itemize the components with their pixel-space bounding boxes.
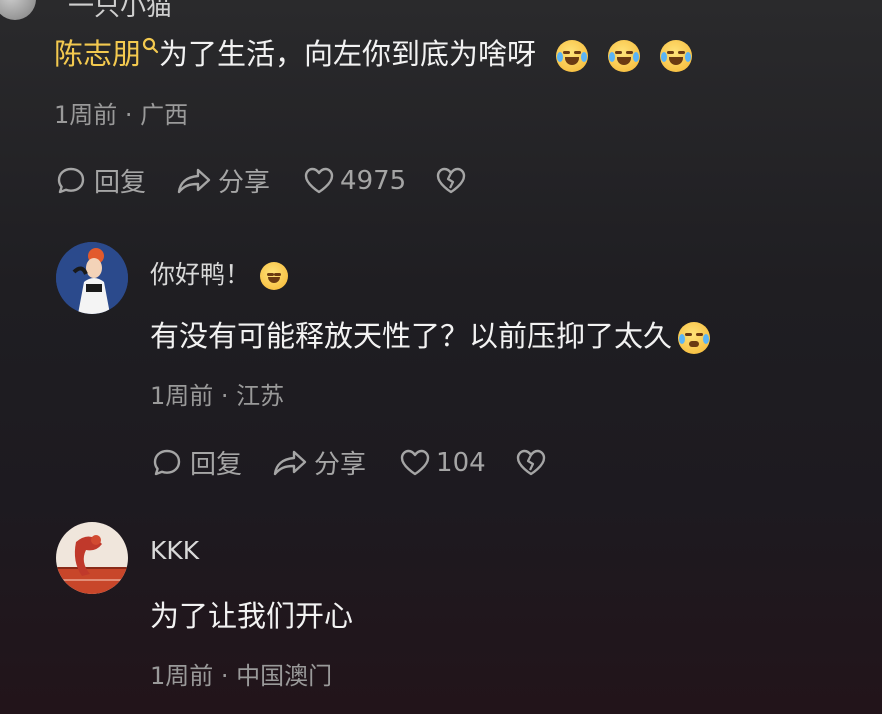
like-count: 104	[436, 447, 486, 478]
comment-actions: 回复 分享 4975	[54, 162, 468, 199]
comment-username[interactable]: 一只小猫	[68, 0, 172, 23]
reply-username[interactable]: KKK	[150, 536, 199, 565]
like-button[interactable]: 104	[398, 446, 486, 480]
broken-heart-icon	[516, 449, 545, 475]
comment-bubble-icon	[57, 167, 85, 193]
reply-label: 回复	[190, 450, 243, 480]
reply-username[interactable]: 你好鸭！	[150, 255, 289, 291]
share-label: 分享	[218, 168, 271, 198]
drooling-face-emoji	[260, 262, 289, 290]
heart-icon	[400, 449, 430, 475]
laughing-tears-emoji	[608, 40, 641, 72]
reply-time: 1周前	[150, 662, 214, 690]
reply-label: 回复	[94, 168, 147, 198]
reply-meta: 1周前 · 江苏	[150, 382, 285, 410]
username-text: 你好鸭！	[150, 260, 251, 289]
reply-time: 1周前	[150, 382, 214, 410]
reply-text: 为了让我们开心	[150, 599, 354, 633]
reply-body: 有没有可能释放天性了？以前压抑了太久	[150, 319, 673, 353]
comment-bubble-icon	[153, 449, 181, 475]
reply-button[interactable]: 回复	[54, 162, 146, 199]
avatar-image	[56, 522, 128, 594]
pleading-tears-emoji	[678, 322, 711, 354]
share-button[interactable]: 分享	[272, 444, 366, 481]
search-icon	[142, 37, 159, 54]
heart-icon	[304, 167, 334, 193]
reply-location: 中国澳门	[236, 662, 333, 690]
like-count: 4975	[340, 165, 407, 196]
laughing-tears-emoji	[556, 40, 589, 72]
reply-actions: 回复 分享 104	[150, 444, 548, 481]
avatar-image	[56, 242, 128, 314]
avatar[interactable]	[56, 242, 128, 314]
laughing-tears-emoji	[660, 40, 693, 72]
reply-location: 江苏	[236, 382, 285, 410]
reply-meta: 1周前 · 中国澳门	[150, 662, 333, 690]
comment-meta: 1周前 · 广西	[54, 101, 189, 129]
share-arrow-icon	[273, 450, 307, 475]
comment-body: 为了生活，向左你到底为啥呀	[159, 37, 537, 71]
avatar[interactable]	[56, 522, 128, 594]
dislike-button[interactable]	[434, 164, 468, 198]
comment-time: 1周前	[54, 101, 118, 129]
reply-text: 有没有可能释放天性了？以前压抑了太久	[150, 318, 711, 354]
like-button[interactable]: 4975	[302, 164, 406, 198]
dislike-button[interactable]	[514, 446, 548, 480]
comment-text: 陈志朋 为了生活，向左你到底为啥呀	[54, 36, 693, 72]
broken-heart-icon	[437, 167, 466, 193]
comment-location: 广西	[140, 101, 189, 129]
share-arrow-icon	[177, 168, 211, 193]
reply-button[interactable]: 回复	[150, 444, 242, 481]
share-button[interactable]: 分享	[176, 162, 270, 199]
share-label: 分享	[314, 450, 367, 480]
avatar[interactable]	[0, 0, 36, 20]
mention-username[interactable]: 陈志朋	[54, 37, 141, 71]
